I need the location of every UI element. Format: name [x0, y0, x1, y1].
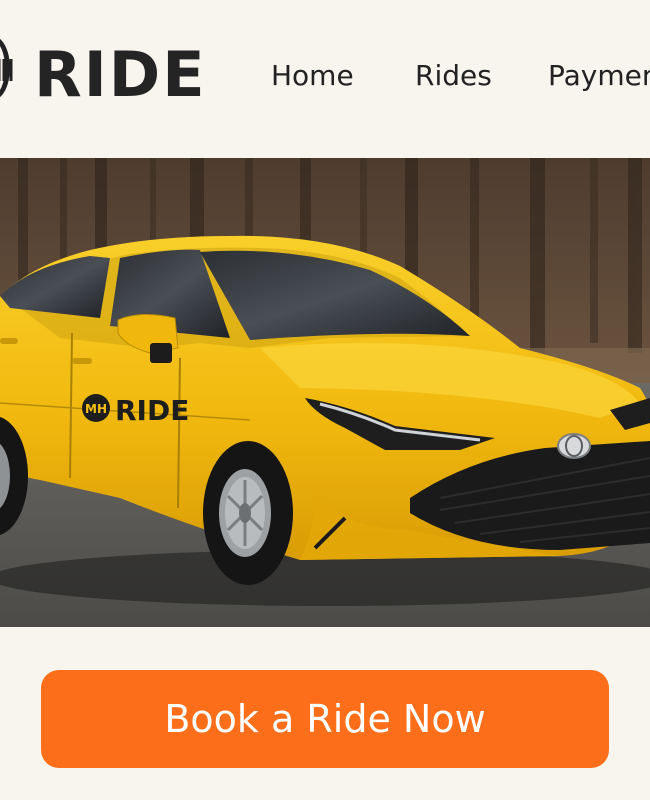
main-nav: Home Rides Payments — [0, 56, 650, 100]
taxi-illustration: MH RIDE — [0, 158, 650, 627]
book-ride-button[interactable]: Book a Ride Now — [41, 670, 609, 768]
top-header: RIDE Home Rides Payments — [0, 0, 650, 158]
nav-item-payments[interactable]: Payments — [548, 56, 650, 96]
nav-item-rides[interactable]: Rides — [415, 56, 492, 96]
app-page: RIDE Home Rides Payments — [0, 0, 650, 800]
front-wheel — [203, 441, 293, 585]
hero-image: MH RIDE — [0, 158, 650, 627]
svg-text:MH: MH — [85, 402, 107, 416]
nav-item-home[interactable]: Home — [271, 56, 354, 96]
rear-window — [0, 256, 110, 318]
svg-text:RIDE: RIDE — [115, 394, 189, 427]
toyota-badge-icon — [557, 433, 591, 459]
